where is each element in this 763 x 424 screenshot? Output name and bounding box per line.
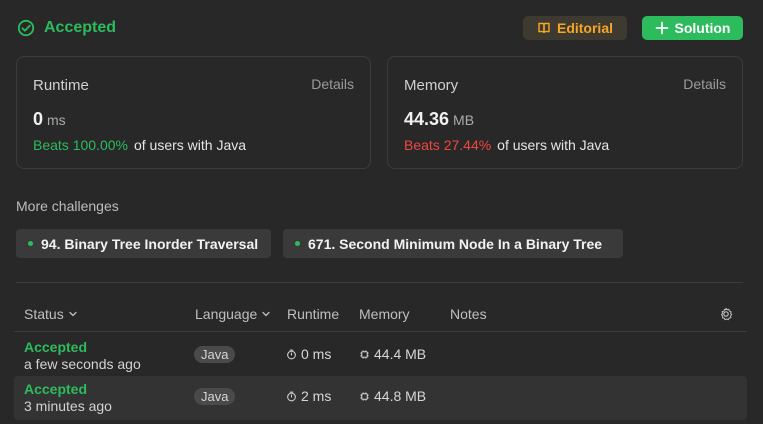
memory-label: Memory <box>404 77 459 94</box>
header-actions: Editorial Solution <box>523 16 743 40</box>
chevron-down-icon <box>68 309 78 319</box>
chip-icon <box>359 349 370 360</box>
runtime-beats: Beats 100.00% of users with Java <box>33 137 246 153</box>
memory-cell: 44.8 MB <box>359 388 426 404</box>
submission-row[interactable]: Accepted a few seconds ago Java 0 ms 44.… <box>14 334 747 378</box>
editorial-button[interactable]: Editorial <box>523 16 627 40</box>
submission-status-text: Accepted <box>44 19 117 36</box>
memory-beats-suffix: of users with Java <box>497 137 610 153</box>
runtime-value-text: 2 ms <box>301 388 332 404</box>
runtime-details-link[interactable]: Details <box>311 76 354 92</box>
submission-time: 3 minutes ago <box>24 398 112 414</box>
language-badge: Java <box>194 388 236 405</box>
runtime-number: 0 <box>33 109 44 129</box>
clock-icon <box>286 349 297 360</box>
section-divider <box>16 282 743 283</box>
clock-icon <box>286 391 297 402</box>
runtime-value-text: 0 ms <box>301 346 332 362</box>
memory-details-link[interactable]: Details <box>683 76 726 92</box>
challenge-chip[interactable]: 671. Second Minimum Node In a Binary Tre… <box>283 229 623 258</box>
difficulty-dot <box>295 241 300 246</box>
memory-column-header: Memory <box>359 306 410 322</box>
status-column-header[interactable]: Status <box>24 306 78 322</box>
runtime-cell: 0 ms <box>286 346 331 362</box>
runtime-cell: 2 ms <box>286 388 331 404</box>
memory-value-text: 44.8 MB <box>374 388 427 404</box>
submission-row[interactable]: Accepted 3 minutes ago Java 2 ms 44.8 MB <box>14 376 747 420</box>
book-icon <box>537 21 551 35</box>
solution-button-label: Solution <box>674 20 731 36</box>
submission-status-text: Accepted <box>24 381 88 397</box>
check-circle-icon <box>16 18 36 38</box>
memory-unit: MB <box>453 112 475 128</box>
memory-cell: 44.4 MB <box>359 346 426 362</box>
chevron-down-icon <box>261 309 271 319</box>
challenge-chip[interactable]: 94. Binary Tree Inorder Traversal <box>16 229 271 258</box>
plus-icon <box>655 21 669 35</box>
submission-status: Accepted <box>16 18 116 38</box>
submission-header: Accepted Editorial Solution <box>16 14 743 42</box>
language-column-header[interactable]: Language <box>195 306 271 322</box>
submission-status-cell: Accepted 3 minutes ago <box>24 381 112 415</box>
language-badge: Java <box>194 346 236 363</box>
chip-icon <box>359 391 370 402</box>
challenge-list: 94. Binary Tree Inorder Traversal 671. S… <box>16 229 623 258</box>
memory-value-text: 44.4 MB <box>374 346 427 362</box>
memory-beats: Beats 27.44% of users with Java <box>404 137 609 153</box>
runtime-label: Runtime <box>33 77 89 94</box>
challenge-title: 94. Binary Tree Inorder Traversal <box>41 235 259 252</box>
solution-button[interactable]: Solution <box>642 16 743 40</box>
memory-card: Memory Details 44.36 MB Beats 27.44% of … <box>387 56 743 169</box>
more-challenges-title: More challenges <box>16 198 119 214</box>
editorial-button-label: Editorial <box>556 20 613 36</box>
submission-status-cell: Accepted a few seconds ago <box>24 339 141 373</box>
submissions-table-header: Status Language Runtime Memory Notes <box>0 306 763 326</box>
challenge-title: 671. Second Minimum Node In a Binary Tre… <box>308 235 603 252</box>
difficulty-dot <box>28 241 33 246</box>
table-header-divider <box>14 331 747 332</box>
language-column-label: Language <box>195 306 258 322</box>
gear-icon[interactable] <box>719 307 733 321</box>
memory-beats-value: Beats 27.44% <box>404 137 492 153</box>
memory-number: 44.36 <box>404 109 450 129</box>
runtime-beats-value: Beats 100.00% <box>33 137 128 153</box>
submission-time: a few seconds ago <box>24 356 141 372</box>
runtime-beats-suffix: of users with Java <box>133 137 247 153</box>
status-column-label: Status <box>24 306 64 322</box>
runtime-column-header: Runtime <box>287 306 340 322</box>
runtime-value: 0 ms <box>33 109 66 130</box>
runtime-card: Runtime Details 0 ms Beats 100.00% of us… <box>16 56 371 169</box>
memory-value: 44.36 MB <box>404 109 474 130</box>
notes-column-header: Notes <box>450 306 487 322</box>
runtime-unit: ms <box>47 112 66 128</box>
submission-status-text: Accepted <box>24 339 88 355</box>
